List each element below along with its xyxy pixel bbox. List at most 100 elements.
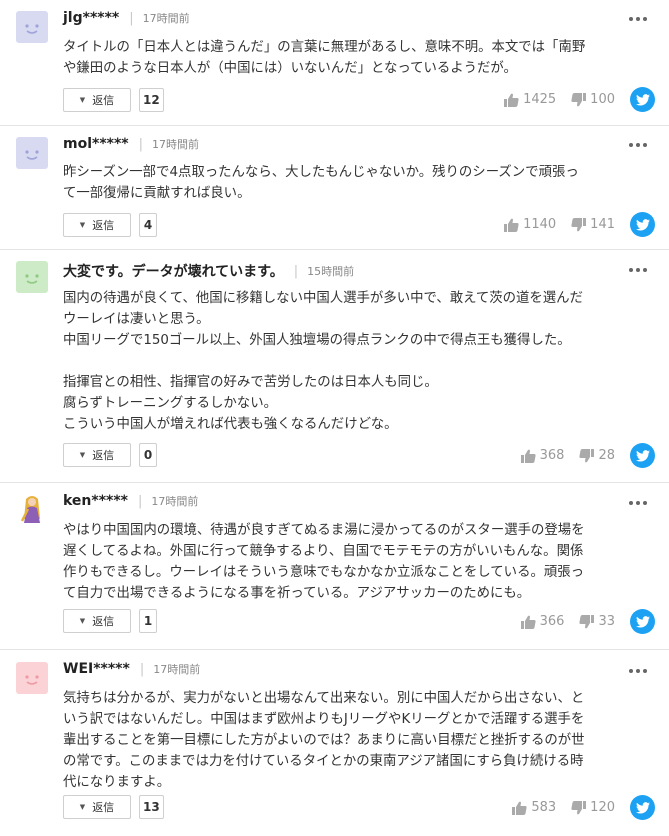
- twitter-share-button[interactable]: [630, 609, 655, 634]
- like-button[interactable]: 1425: [504, 92, 556, 107]
- face-icon: [25, 24, 39, 34]
- comment-item: jlg***** | 17時間前 タイトルの「日本人とは違うんだ」の言葉に無理が…: [0, 0, 669, 126]
- chevron-down-icon: ▼: [79, 803, 86, 811]
- timestamp: 17時間前: [153, 663, 201, 676]
- avatar[interactable]: [16, 662, 48, 694]
- comment-item: WEI***** | 17時間前 気持ちは分かるが、実力がないと出場なんて出来な…: [0, 650, 669, 836]
- chevron-down-icon: ▼: [79, 221, 86, 229]
- face-icon: [25, 150, 39, 160]
- like-count: 366: [539, 614, 565, 629]
- avatar[interactable]: [16, 137, 48, 169]
- twitter-share-button[interactable]: [630, 87, 655, 112]
- comment-text: 気持ちは分かるが、実力がないと出場なんて出来ない。別に中国人だから出さない、と …: [63, 691, 585, 790]
- comment-item: ken***** | 17時間前 やはり中国国内の環境、待遇が良すぎてぬるま湯に…: [0, 483, 669, 650]
- reply-count: 4: [139, 213, 157, 237]
- chevron-down-icon: ▼: [79, 96, 86, 104]
- username[interactable]: jlg*****: [63, 10, 119, 26]
- reply-button[interactable]: ▼ 返信: [63, 88, 131, 112]
- thumbs-up-icon: [520, 449, 536, 463]
- comment-text: やはり中国国内の環境、待遇が良すぎてぬるま湯に浸かってるのがスター選手の登場を …: [63, 523, 585, 601]
- timestamp: 15時間前: [307, 265, 355, 278]
- thumbs-up-icon: [504, 93, 519, 107]
- like-button[interactable]: 368: [520, 448, 565, 463]
- reply-button[interactable]: ▼ 返信: [63, 609, 131, 633]
- timestamp: 17時間前: [152, 138, 200, 151]
- dislike-button[interactable]: 33: [579, 614, 615, 629]
- separator: |: [293, 263, 299, 279]
- more-options-icon[interactable]: [629, 143, 647, 149]
- like-button[interactable]: 583: [512, 800, 556, 815]
- thumbs-down-icon: [571, 800, 587, 814]
- username[interactable]: mol*****: [63, 136, 129, 152]
- more-options-icon[interactable]: [629, 268, 647, 274]
- comment-text: 国内の待遇が良くて、他国に移籍しない中国人選手が多い中で、敢えて茨の道を選んだ …: [63, 291, 583, 432]
- like-count: 1425: [523, 92, 557, 107]
- face-icon: [25, 274, 39, 284]
- twitter-share-button[interactable]: [630, 443, 655, 468]
- more-options-icon[interactable]: [629, 17, 647, 23]
- thumbs-down-icon: [571, 92, 587, 106]
- like-button[interactable]: 366: [520, 614, 565, 629]
- dislike-button[interactable]: 120: [571, 800, 615, 815]
- separator: |: [129, 10, 134, 26]
- twitter-icon: [635, 615, 650, 628]
- avatar[interactable]: [16, 11, 48, 43]
- username[interactable]: ken*****: [63, 493, 128, 509]
- avatar[interactable]: [16, 493, 48, 525]
- reply-button[interactable]: ▼ 返信: [63, 213, 131, 237]
- dislike-button[interactable]: 28: [579, 448, 615, 463]
- thumbs-up-icon: [504, 218, 519, 232]
- dislike-button[interactable]: 141: [571, 217, 615, 232]
- username[interactable]: 大変です。データが壊れています。: [63, 261, 284, 281]
- reply-label: 返信: [92, 615, 115, 628]
- reply-label: 返信: [92, 94, 115, 107]
- dislike-button[interactable]: 100: [571, 92, 615, 107]
- dislike-count: 100: [590, 92, 615, 107]
- reply-label: 返信: [92, 219, 115, 232]
- more-options-icon[interactable]: [629, 501, 647, 507]
- twitter-icon: [635, 218, 650, 231]
- like-count: 368: [539, 448, 565, 463]
- like-count: 583: [531, 800, 557, 815]
- dislike-count: 28: [598, 448, 615, 463]
- thumbs-down-icon: [579, 614, 595, 628]
- twitter-icon: [635, 801, 650, 814]
- chevron-down-icon: ▼: [79, 451, 86, 459]
- comment-item: mol***** | 17時間前 昨シーズン一部で4点取ったんなら、大したもんじ…: [0, 126, 669, 250]
- timestamp: 17時間前: [151, 495, 199, 508]
- like-count: 1140: [523, 217, 557, 232]
- reply-count: 0: [139, 443, 157, 467]
- reply-button[interactable]: ▼ 返信: [63, 443, 131, 467]
- reply-label: 返信: [92, 449, 115, 462]
- reply-count: 1: [139, 609, 157, 633]
- reply-count: 13: [139, 795, 164, 819]
- twitter-icon: [635, 449, 650, 462]
- separator: |: [138, 136, 144, 152]
- reply-label: 返信: [92, 801, 115, 814]
- username[interactable]: WEI*****: [63, 661, 130, 677]
- more-options-icon[interactable]: [629, 669, 647, 675]
- separator: |: [139, 661, 145, 677]
- like-button[interactable]: 1140: [504, 217, 556, 232]
- twitter-share-button[interactable]: [630, 212, 655, 237]
- separator: |: [138, 493, 143, 509]
- reply-button[interactable]: ▼ 返信: [63, 795, 131, 819]
- dislike-count: 120: [590, 800, 615, 815]
- princess-avatar-icon: [20, 496, 40, 523]
- thumbs-down-icon: [579, 448, 595, 462]
- dislike-count: 141: [590, 217, 615, 232]
- chevron-down-icon: ▼: [79, 617, 86, 625]
- thumbs-down-icon: [571, 217, 587, 231]
- comment-item: 大変です。データが壊れています。 | 15時間前 国内の待遇が良くて、他国に移籍…: [0, 250, 669, 483]
- dislike-count: 33: [598, 614, 615, 629]
- thumbs-up-icon: [512, 801, 527, 815]
- twitter-icon: [635, 93, 650, 106]
- thumbs-up-icon: [520, 615, 536, 629]
- avatar[interactable]: [16, 261, 48, 293]
- comment-text: 昨シーズン一部で4点取ったんなら、大したもんじゃないか。残りのシーズンで頑張っ …: [63, 165, 579, 201]
- face-icon: [25, 675, 39, 685]
- reply-count: 12: [139, 88, 164, 112]
- twitter-share-button[interactable]: [630, 795, 655, 820]
- timestamp: 17時間前: [142, 12, 190, 25]
- comment-text: タイトルの「日本人とは違うんだ」の言葉に無理があるし、意味不明。本文では「南野 …: [63, 40, 586, 76]
